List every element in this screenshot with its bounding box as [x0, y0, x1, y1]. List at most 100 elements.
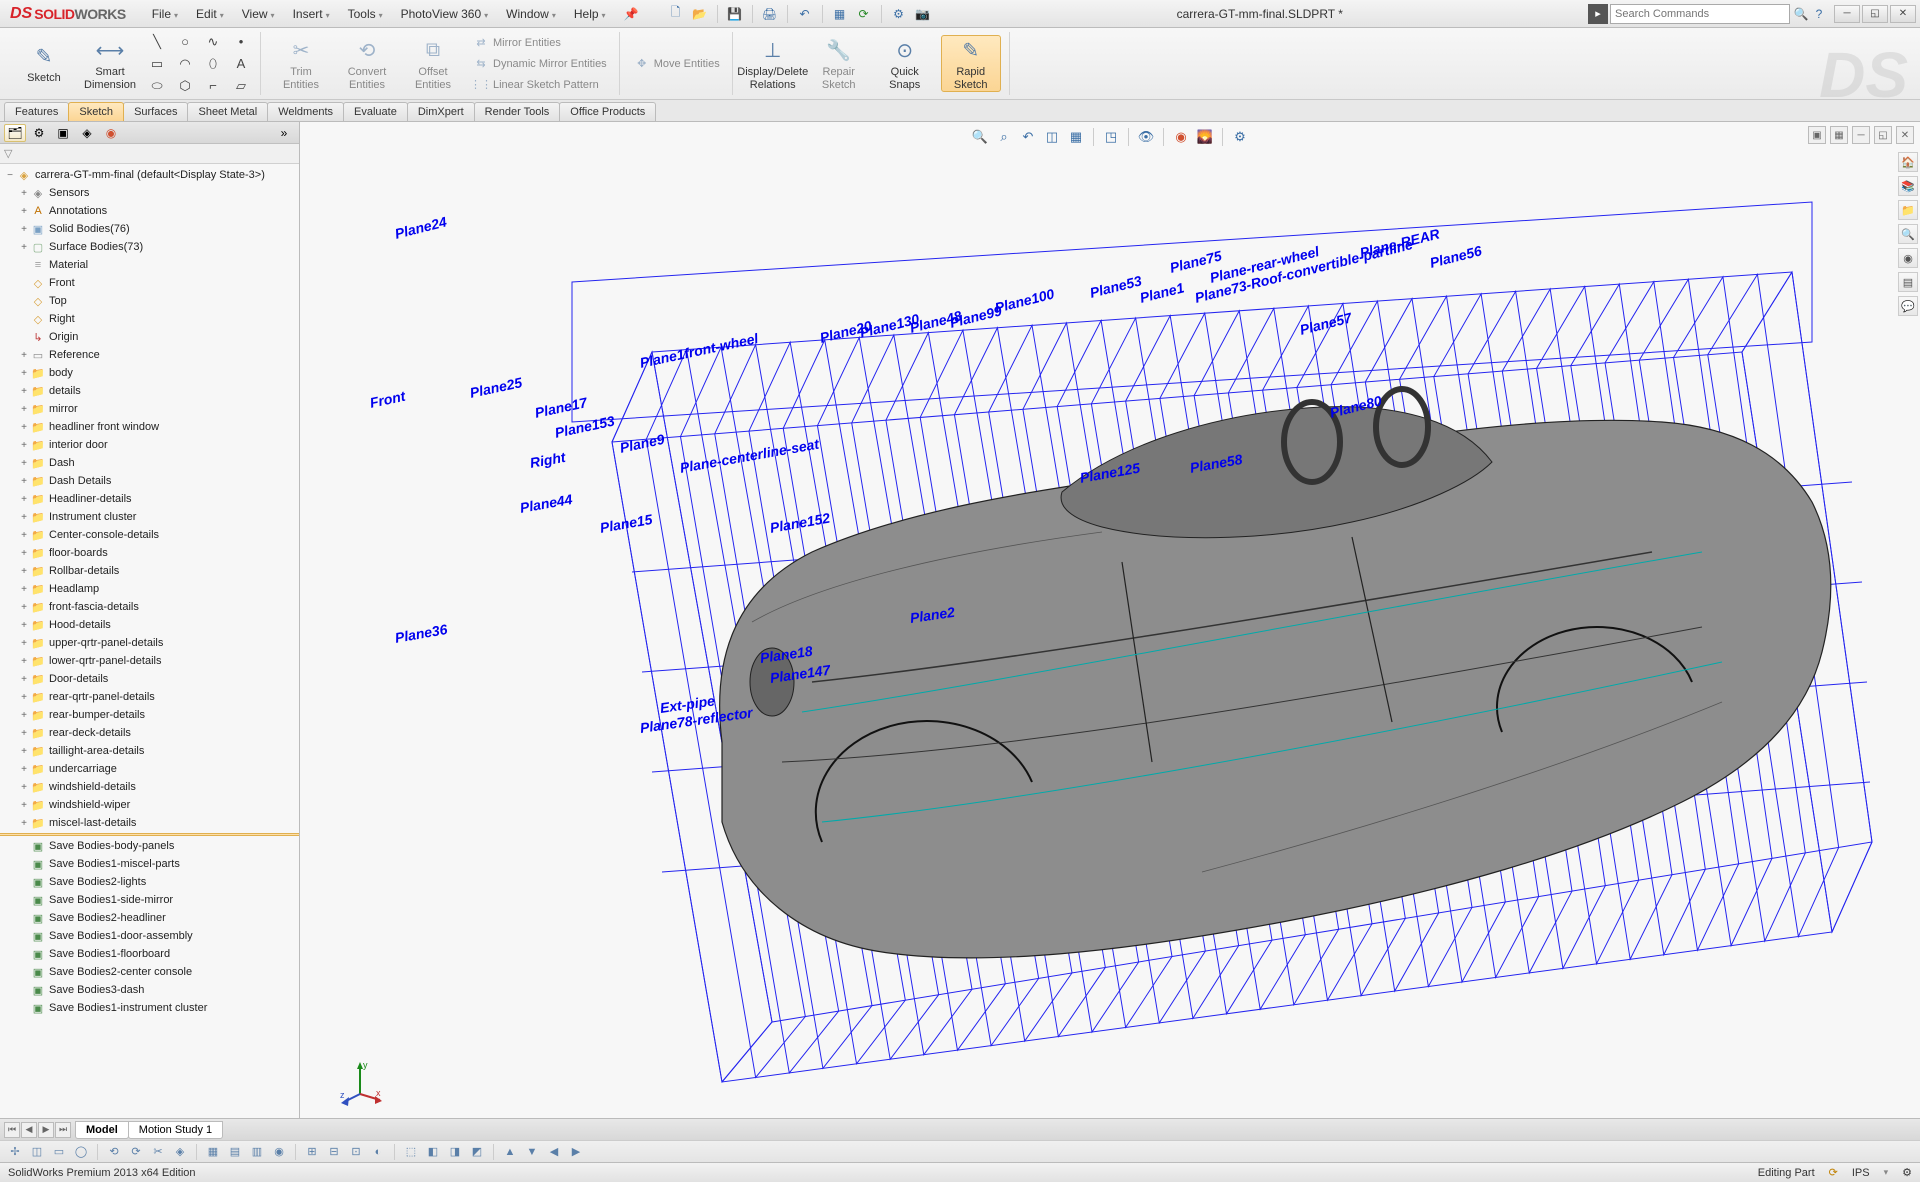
- feature-tree-tab-icon[interactable]: 🗂: [4, 124, 26, 142]
- display-manager-tab-icon[interactable]: ◉: [100, 124, 122, 142]
- minimize-button[interactable]: ─: [1834, 5, 1860, 23]
- tree-item[interactable]: +AAnnotations: [0, 202, 299, 220]
- bt-icon[interactable]: ✂: [149, 1143, 167, 1161]
- tab-rendertools[interactable]: Render Tools: [474, 102, 561, 121]
- qat-new-icon[interactable]: 🗋: [667, 5, 685, 23]
- tree-folder[interactable]: +📁Dash Details: [0, 472, 299, 490]
- mirror-entities-button[interactable]: ⇄Mirror Entities: [469, 33, 611, 53]
- tree-save-item[interactable]: ▣Save Bodies3-dash: [0, 981, 299, 999]
- status-rebuild-icon[interactable]: ⟳: [1829, 1166, 1838, 1179]
- sketch-button[interactable]: ✎ Sketch: [14, 42, 74, 84]
- tree-folder[interactable]: +📁Dash: [0, 454, 299, 472]
- tree-item[interactable]: +▢Surface Bodies(73): [0, 238, 299, 256]
- tab-surfaces[interactable]: Surfaces: [123, 102, 188, 121]
- tree-item[interactable]: ≡Material: [0, 256, 299, 274]
- tree-folder[interactable]: +📁mirror: [0, 400, 299, 418]
- line-tool-icon[interactable]: ╲: [146, 32, 168, 52]
- model-tab[interactable]: Model: [75, 1121, 129, 1139]
- tree-folder[interactable]: +📁Door-details: [0, 670, 299, 688]
- qat-open-icon[interactable]: 📂: [691, 5, 709, 23]
- status-units[interactable]: IPS: [1852, 1167, 1870, 1179]
- tree-folder[interactable]: +📁Hood-details: [0, 616, 299, 634]
- circle-tool-icon[interactable]: ○: [174, 32, 196, 52]
- close-button[interactable]: ✕: [1890, 5, 1916, 23]
- tree-item[interactable]: ◇Top: [0, 292, 299, 310]
- config-manager-tab-icon[interactable]: ▣: [52, 124, 74, 142]
- qat-options-icon[interactable]: ⚙: [890, 5, 908, 23]
- tab-office[interactable]: Office Products: [559, 102, 656, 121]
- bt-icon[interactable]: ⊟: [325, 1143, 343, 1161]
- graphics-viewport[interactable]: 🔍 ⌕ ↶ ◫ ▦ ◳ 👁 ◉ 🌄 ⚙ ▣ ▦ ─ ◱ ✕ 🏠 📚 📁 🔍: [300, 122, 1920, 1118]
- tree-folder[interactable]: +📁rear-qrtr-panel-details: [0, 688, 299, 706]
- tree-folder[interactable]: +📁Rollbar-details: [0, 562, 299, 580]
- tree-folder[interactable]: +📁headliner front window: [0, 418, 299, 436]
- tree-folder[interactable]: +📁Headlamp: [0, 580, 299, 598]
- bt-icon[interactable]: ◐: [369, 1143, 387, 1161]
- bt-icon[interactable]: ▼: [523, 1143, 541, 1161]
- orientation-triad[interactable]: y x z: [338, 1060, 382, 1104]
- point-tool-icon[interactable]: •: [230, 32, 252, 52]
- tree-folder[interactable]: +📁upper-qrtr-panel-details: [0, 634, 299, 652]
- tab-prev-icon[interactable]: ◀: [21, 1122, 37, 1138]
- tree-folder[interactable]: +📁interior door: [0, 436, 299, 454]
- tree-folder[interactable]: +📁Instrument cluster: [0, 508, 299, 526]
- tab-dimxpert[interactable]: DimXpert: [407, 102, 475, 121]
- restore-button[interactable]: ◱: [1862, 5, 1888, 23]
- tree-save-item[interactable]: ▣Save Bodies1-instrument cluster: [0, 999, 299, 1017]
- panel-expand-icon[interactable]: »: [273, 124, 295, 142]
- dynamic-mirror-button[interactable]: ⇆Dynamic Mirror Entities: [469, 54, 611, 74]
- tree-item[interactable]: ◇Front: [0, 274, 299, 292]
- bt-icon[interactable]: ▥: [248, 1143, 266, 1161]
- search-launch-icon[interactable]: ▸: [1588, 4, 1608, 24]
- tab-last-icon[interactable]: ⏭: [55, 1122, 71, 1138]
- qat-screencap-icon[interactable]: 📷: [914, 5, 932, 23]
- plane-tool-icon[interactable]: ▱: [230, 76, 252, 96]
- smart-dimension-button[interactable]: ⟷ Smart Dimension: [80, 36, 140, 90]
- linear-pattern-button[interactable]: ⋮⋮Linear Sketch Pattern: [469, 75, 611, 95]
- tree-folder[interactable]: +📁Headliner-details: [0, 490, 299, 508]
- bt-icon[interactable]: ⟳: [127, 1143, 145, 1161]
- tree-folder[interactable]: +📁front-fascia-details: [0, 598, 299, 616]
- tab-evaluate[interactable]: Evaluate: [343, 102, 408, 121]
- menu-insert[interactable]: Insert: [285, 4, 338, 24]
- search-go-icon[interactable]: 🔍: [1792, 5, 1810, 23]
- tree-folder[interactable]: +📁rear-bumper-details: [0, 706, 299, 724]
- menu-edit[interactable]: Edit: [188, 4, 232, 24]
- slot-tool-icon[interactable]: ⬭: [146, 76, 168, 96]
- tab-sheetmetal[interactable]: Sheet Metal: [187, 102, 268, 121]
- tree-folder[interactable]: +📁floor-boards: [0, 544, 299, 562]
- bt-icon[interactable]: ▦: [204, 1143, 222, 1161]
- bt-icon[interactable]: ⊡: [347, 1143, 365, 1161]
- ellipse-tool-icon[interactable]: ⬯: [202, 54, 224, 74]
- tree-save-item[interactable]: ▣Save Bodies1-floorboard: [0, 945, 299, 963]
- tree-save-item[interactable]: ▣Save Bodies1-door-assembly: [0, 927, 299, 945]
- search-help-icon[interactable]: ?: [1810, 5, 1828, 23]
- trim-entities-button[interactable]: ✂ Trim Entities: [271, 36, 331, 90]
- dimxpert-manager-tab-icon[interactable]: ◈: [76, 124, 98, 142]
- tree-root[interactable]: −◈carrera-GT-mm-final (default<Display S…: [0, 166, 299, 184]
- tab-sketch[interactable]: Sketch: [68, 102, 124, 121]
- tree-save-item[interactable]: ▣Save Bodies1-miscel-parts: [0, 855, 299, 873]
- rollback-bar[interactable]: [0, 833, 299, 836]
- tree-folder[interactable]: +📁miscel-last-details: [0, 814, 299, 832]
- bt-icon[interactable]: ✢: [6, 1143, 24, 1161]
- menu-view[interactable]: View: [234, 4, 283, 24]
- convert-entities-button[interactable]: ⟲ Convert Entities: [337, 36, 397, 90]
- spline-tool-icon[interactable]: ∿: [202, 32, 224, 52]
- quick-snaps-button[interactable]: ⊙ Quick Snaps: [875, 36, 935, 90]
- bt-icon[interactable]: ▭: [50, 1143, 68, 1161]
- tree-save-item[interactable]: ▣Save Bodies-body-panels: [0, 837, 299, 855]
- menu-file[interactable]: File: [144, 4, 186, 24]
- tree-save-item[interactable]: ▣Save Bodies2-lights: [0, 873, 299, 891]
- menu-window[interactable]: Window: [498, 4, 564, 24]
- menu-tools[interactable]: Tools: [340, 4, 391, 24]
- tree-folder[interactable]: +📁Center-console-details: [0, 526, 299, 544]
- tab-first-icon[interactable]: ⏮: [4, 1122, 20, 1138]
- bt-icon[interactable]: ◀: [545, 1143, 563, 1161]
- fillet-tool-icon[interactable]: ⌐: [202, 76, 224, 96]
- tree-folder[interactable]: +📁undercarriage: [0, 760, 299, 778]
- text-tool-icon[interactable]: A: [230, 54, 252, 74]
- repair-sketch-button[interactable]: 🔧 Repair Sketch: [809, 36, 869, 90]
- menu-help[interactable]: Help: [566, 4, 614, 24]
- bt-icon[interactable]: ◯: [72, 1143, 90, 1161]
